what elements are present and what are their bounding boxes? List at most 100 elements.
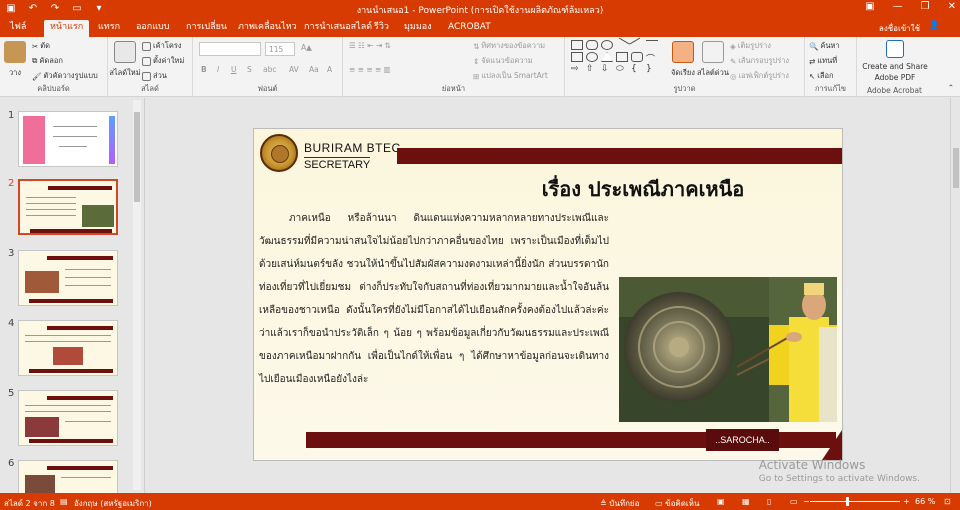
pen-icon: ✎	[730, 56, 737, 66]
copy-button[interactable]: ⧉ คัดลอก	[32, 55, 63, 67]
lanna-dancer-photo[interactable]	[619, 277, 837, 422]
smartart-icon: ⊞	[473, 71, 480, 81]
slide-counter: สไลด์ 2 จาก 8	[4, 499, 55, 508]
shadow-icon[interactable]: S	[247, 65, 252, 74]
quick-styles-icon	[702, 41, 724, 63]
font-color-icon[interactable]: A	[327, 65, 332, 74]
status-bar: สไลด์ 2 จาก 8 ▤ อังกฤษ (สหรัฐอเมริกา) ≜ …	[0, 493, 960, 510]
zoom-slider-knob[interactable]	[846, 497, 849, 506]
shape-effects-button[interactable]: ◎ เอฟเฟ็กต์รูปร่าง	[730, 70, 789, 82]
slides-group-label: สไลด์	[141, 84, 159, 93]
zoom-slider-track[interactable]	[810, 501, 900, 502]
reset-button[interactable]: ตั้งค่าใหม่	[142, 55, 184, 67]
minimize-icon[interactable]: —	[893, 1, 903, 12]
restore-icon[interactable]: ❐	[921, 1, 930, 12]
author-tag[interactable]: ..SAROCHA..	[706, 429, 779, 451]
arrange-button[interactable]: จัดเรียง	[670, 41, 696, 79]
tab-acrobat[interactable]: ACROBAT	[442, 20, 497, 37]
tab-file[interactable]: ไฟล์	[4, 20, 32, 37]
grow-font-icon[interactable]: A▲	[301, 43, 312, 52]
bold-icon[interactable]: B	[201, 65, 207, 74]
slide-sorter-icon[interactable]: ▦	[742, 497, 750, 506]
tab-view[interactable]: มุมมอง	[398, 20, 438, 37]
italic-icon[interactable]: I	[217, 65, 219, 74]
zoom-out-icon[interactable]: −	[803, 497, 810, 506]
ribbon: วาง ✂ ตัด ⧉ คัดลอก 🖌 ตัวคัดวางรูปแบบ คลิปบอ…	[0, 37, 960, 97]
tab-slideshow[interactable]: การนำเสนอสไลด์	[298, 20, 378, 37]
effects-icon: ◎	[730, 71, 737, 81]
sign-in-link[interactable]: ลงชื่อเข้าใช้	[879, 22, 920, 35]
slide-body-text[interactable]: ภาคเหนือ หรือล้านนา ดินแดนแห่งความหลากหล…	[259, 207, 609, 391]
create-share-pdf-button[interactable]: Create and Share Adobe PDF	[862, 40, 928, 82]
align-icons[interactable]: ≡ ≡ ≡ ≡ ▥	[349, 65, 391, 74]
activate-line-1: Activate Windows	[758, 458, 866, 472]
language-indicator[interactable]: อังกฤษ (สหรัฐอเมริกา)	[74, 497, 152, 510]
close-icon[interactable]: ✕	[948, 1, 956, 12]
smartart-button[interactable]: ⊞ แปลงเป็น SmartArt	[473, 70, 548, 82]
slide-thumbnail-1[interactable]	[18, 111, 118, 167]
align-text-button[interactable]: ⇕ จัดแนวข้อความ	[473, 55, 533, 67]
quick-styles-button[interactable]: สไลต์ด่วน	[696, 41, 730, 79]
normal-view-icon[interactable]: ▣	[717, 497, 725, 506]
find-button[interactable]: 🔍 ค้นหา	[809, 40, 840, 52]
copy-icon: ⧉	[32, 56, 38, 65]
layout-button[interactable]: เค้าโครง	[142, 40, 182, 52]
tab-animations[interactable]: ภาพเคลื่อนไหว	[232, 20, 303, 37]
spelling-icon[interactable]: ▤	[60, 497, 68, 506]
slide-thumbnail-3[interactable]	[18, 250, 118, 306]
change-case-icon[interactable]: Aa	[309, 65, 319, 74]
paste-button[interactable]: วาง	[4, 41, 26, 79]
underline-icon[interactable]: U	[231, 65, 237, 74]
align-text-label: จัดแนวข้อความ	[481, 56, 533, 65]
comments-button[interactable]: ▭ ข้อคิดเห็น	[655, 497, 699, 510]
ribbon-display-icon[interactable]: ▣	[865, 1, 874, 12]
notes-button[interactable]: ≜ บันทึกย่อ	[600, 497, 639, 510]
bullets-icon[interactable]: ☰ ☷ ⇤ ⇥ ⇅	[349, 41, 391, 50]
zoom-level[interactable]: 66 %	[915, 497, 935, 506]
editing-group-label: การแก้ไข	[814, 84, 847, 93]
tab-design[interactable]: ออกแบบ	[130, 20, 176, 37]
activate-line-2: Go to Settings to activate Windows.	[758, 474, 920, 484]
format-painter-button[interactable]: 🖌 ตัวคัดวางรูปแบบ	[32, 70, 98, 82]
tab-transitions[interactable]: การเปลี่ยน	[180, 20, 233, 37]
font-size-box[interactable]: 115	[265, 42, 295, 56]
arrange-icon	[672, 41, 694, 63]
cut-button[interactable]: ✂ ตัด	[32, 40, 50, 52]
slide-title[interactable]: เรื่อง ประเพณีภาคเหนือ	[254, 173, 842, 205]
tab-review[interactable]: รีวิว	[368, 20, 395, 37]
align-text-icon: ⇕	[473, 56, 480, 66]
strikethrough-icon[interactable]: abc	[263, 65, 276, 74]
collapse-ribbon-icon[interactable]: ⌃	[948, 83, 954, 92]
thumbnails-scrollbar[interactable]	[133, 100, 141, 490]
slide-thumbnail-5[interactable]	[18, 390, 118, 446]
section-button[interactable]: ส่วน	[142, 70, 167, 82]
quick-styles-label: สไลต์ด่วน	[696, 68, 730, 77]
shapes-gallery[interactable]: ⌒ ⇨ ⇧ ⇩ ⬭{}	[571, 37, 659, 74]
reset-label: ตั้งค่าใหม่	[153, 56, 185, 65]
tab-home[interactable]: หน้าแรก	[44, 20, 90, 37]
slide-thumbnail-2[interactable]	[18, 179, 118, 235]
tab-insert[interactable]: แทรก	[92, 20, 126, 37]
thumb-number: 5	[8, 388, 15, 399]
replace-button[interactable]: ⇄ แทนที่	[809, 55, 837, 67]
acrobat-group-label: Adobe Acrobat	[866, 86, 923, 95]
fit-slide-icon[interactable]: ⊡	[944, 497, 951, 506]
window-controls: ▣ — ❐ ✕	[865, 1, 956, 12]
current-slide[interactable]: BURIRAM BTEC. SECRETARY เรื่อง ประเพณีภา…	[253, 128, 843, 461]
thumb-number: 3	[8, 248, 15, 259]
shape-outline-button[interactable]: ✎ เส้นกรอบรูปร่าง	[730, 55, 789, 67]
reset-icon	[142, 56, 151, 66]
text-direction-button[interactable]: ⇅ ทิศทางของข้อความ	[473, 40, 545, 52]
select-button[interactable]: ↖ เลือก	[809, 70, 834, 82]
char-spacing-icon[interactable]: AV	[289, 65, 299, 74]
slide-thumbnail-4[interactable]	[18, 320, 118, 376]
slideshow-view-icon[interactable]: ▭	[790, 497, 798, 506]
shape-fill-button[interactable]: ◈ เติมรูปร่าง	[730, 40, 771, 52]
reading-view-icon[interactable]: ▯	[767, 497, 771, 506]
slide-thumbnail-6[interactable]	[18, 460, 118, 494]
new-slide-button[interactable]: สไลด์ใหม่	[109, 41, 141, 79]
editor-scrollbar[interactable]	[950, 98, 960, 493]
zoom-in-icon[interactable]: +	[903, 497, 910, 506]
share-icon[interactable]: 👤	[929, 21, 940, 31]
font-name-box[interactable]	[199, 42, 261, 56]
